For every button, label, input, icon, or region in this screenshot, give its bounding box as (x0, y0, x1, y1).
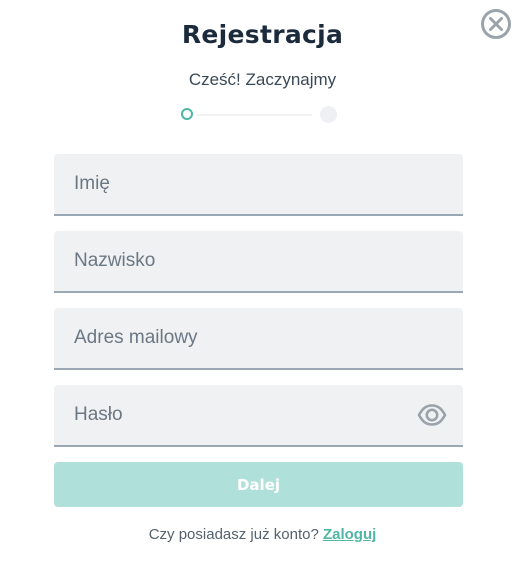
step-1-indicator (181, 108, 193, 120)
first-name-field (54, 154, 463, 216)
password-input[interactable] (54, 385, 463, 445)
first-name-input[interactable] (54, 154, 463, 214)
last-name-input[interactable] (54, 231, 463, 291)
password-field (54, 385, 463, 447)
page-title: Rejestracja (181, 20, 344, 49)
progress-stepper (180, 106, 340, 125)
login-prompt: Czy posiadasz już konto? Zaloguj (0, 526, 525, 543)
next-button[interactable]: Dalej (54, 462, 463, 507)
last-name-field (54, 231, 463, 293)
eye-icon[interactable] (417, 403, 447, 427)
page-subtitle: Cześć! Zaczynajmy (188, 70, 337, 89)
email-input[interactable] (54, 308, 463, 368)
step-connector (197, 114, 312, 116)
login-link[interactable]: Zaloguj (323, 526, 376, 543)
step-2-indicator (320, 106, 337, 123)
login-question: Czy posiadasz już konto? (148, 526, 319, 543)
email-field (54, 308, 463, 370)
